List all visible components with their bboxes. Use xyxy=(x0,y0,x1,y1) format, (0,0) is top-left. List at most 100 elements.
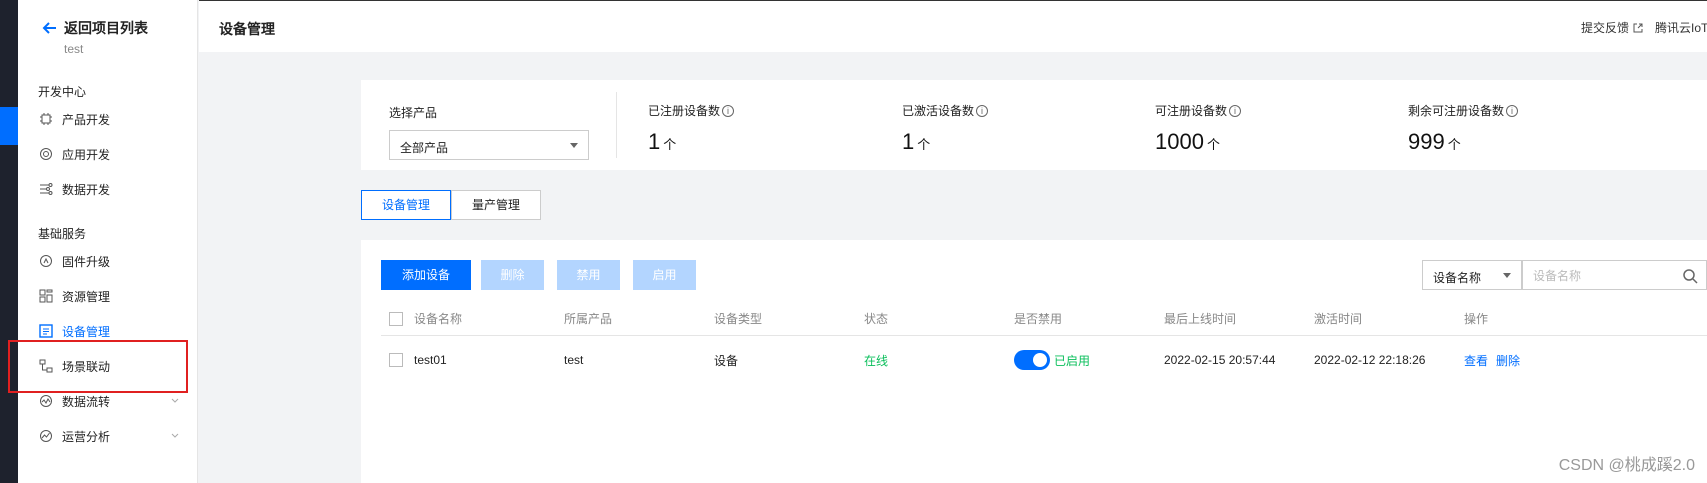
disable-button[interactable]: 禁用 xyxy=(557,260,620,290)
cell-last-online: 2022-02-15 20:57:44 xyxy=(1164,353,1276,367)
chevron-down-icon xyxy=(171,433,179,438)
stat-value: 1 xyxy=(902,129,915,154)
stat-value: 999 xyxy=(1408,129,1445,154)
filter-field-value: 设备名称 xyxy=(1433,271,1482,285)
search-input[interactable] xyxy=(1533,269,1663,283)
tab-device-management[interactable]: 设备管理 xyxy=(361,190,451,220)
stat-value: 1 xyxy=(648,129,661,154)
sidebar-item-product-dev[interactable]: 产品开发 xyxy=(38,107,198,131)
watermark: CSDN @桃成蹊2.0 xyxy=(1558,457,1695,474)
flow-icon xyxy=(38,393,54,409)
stat-remaining: 剩余可注册设备数 i 999 个 xyxy=(1408,102,1519,155)
caret-down-icon xyxy=(1503,273,1511,278)
table-row: test01 test 设备 在线 已启用 2022-02-15 20:57:4… xyxy=(381,336,1707,384)
stat-value: 1000 xyxy=(1155,129,1204,154)
app-icon xyxy=(38,146,54,162)
add-device-button[interactable]: 添加设备 xyxy=(381,260,471,290)
stat-unit: 个 xyxy=(663,137,677,152)
enable-toggle[interactable] xyxy=(1014,350,1050,370)
filter-field-select[interactable]: 设备名称 xyxy=(1422,260,1522,290)
stat-registered: 已注册设备数 i 1个 xyxy=(648,102,735,155)
table-header: 设备名称 所属产品 设备类型 状态 是否禁用 最后上线时间 激活时间 操作 xyxy=(381,302,1707,336)
delete-button[interactable]: 删除 xyxy=(481,260,544,290)
chevron-down-icon xyxy=(171,398,179,403)
stat-label: 可注册设备数 xyxy=(1155,104,1228,118)
group-basic-services: 基础服务 xyxy=(38,227,87,241)
sidebar-item-resource[interactable]: 资源管理 xyxy=(38,284,198,308)
enable-button[interactable]: 启用 xyxy=(633,260,696,290)
tab-mass-production[interactable]: 量产管理 xyxy=(451,190,541,220)
column-header: 设备名称 xyxy=(414,312,463,326)
sidebar-item-firmware[interactable]: 固件升级 xyxy=(38,249,198,273)
select-product-label: 选择产品 xyxy=(389,106,438,120)
analytics-icon xyxy=(38,428,54,444)
external-link-icon xyxy=(1633,23,1643,32)
device-table-card: 添加设备 删除 禁用 启用 设备名称 设备名称 所属产品 设备类型 状态 是否禁… xyxy=(361,240,1707,483)
stat-label: 剩余可注册设备数 xyxy=(1408,104,1505,118)
back-to-projects-link[interactable]: 返回项目列表 xyxy=(42,18,148,38)
sidebar-item-label: 固件升级 xyxy=(62,254,111,269)
view-link[interactable]: 查看 xyxy=(1464,352,1488,369)
stat-label: 已激活设备数 xyxy=(902,104,975,118)
status-badge: 在线 xyxy=(864,353,889,368)
firmware-icon xyxy=(38,253,54,269)
stat-registrable: 可注册设备数 i 1000 个 xyxy=(1155,102,1242,155)
info-icon[interactable]: i xyxy=(1506,104,1519,117)
column-header: 设备类型 xyxy=(714,312,763,326)
group-dev-center: 开发中心 xyxy=(38,85,87,99)
sidebar-item-label: 资源管理 xyxy=(62,289,111,304)
data-dev-icon xyxy=(38,181,54,197)
device-list-icon xyxy=(38,323,54,339)
info-icon[interactable]: i xyxy=(722,104,735,117)
column-header: 所属产品 xyxy=(564,312,613,326)
sidebar-item-analytics[interactable]: 运营分析 xyxy=(38,424,198,448)
page-title: 设备管理 xyxy=(219,21,275,37)
chip-icon xyxy=(38,111,54,127)
tab-bar: 设备管理 量产管理 xyxy=(361,190,541,220)
rail-active-indicator xyxy=(0,107,18,145)
search-icon[interactable] xyxy=(1682,268,1698,284)
sidebar-item-app-dev[interactable]: 应用开发 xyxy=(38,142,198,166)
cell-actions: 查看 删除 xyxy=(1464,336,1528,384)
feedback-link[interactable]: 提交反馈 xyxy=(1581,19,1643,36)
brand-link[interactable]: 腾讯云IoT xyxy=(1655,19,1707,36)
highlight-annotation-box xyxy=(8,340,188,393)
search-box xyxy=(1522,260,1707,290)
stat-unit: 个 xyxy=(1206,137,1220,152)
info-icon[interactable]: i xyxy=(976,104,989,117)
column-header: 是否禁用 xyxy=(1014,312,1063,326)
arrow-left-icon xyxy=(42,22,56,34)
stat-activated: 已激活设备数 i 1个 xyxy=(902,102,989,155)
project-name: test xyxy=(64,42,84,56)
sidebar: 返回项目列表 test 开发中心 产品开发 应用开发 数据开发 基础服务 固件升… xyxy=(18,0,198,483)
cell-device-type: 设备 xyxy=(714,353,739,368)
column-header: 状态 xyxy=(864,312,889,326)
sidebar-item-label: 数据流转 xyxy=(62,394,111,409)
product-select-value: 全部产品 xyxy=(400,141,449,155)
cell-activated: 2022-02-12 22:18:26 xyxy=(1314,353,1426,367)
left-rail xyxy=(0,0,18,483)
sidebar-item-label: 应用开发 xyxy=(62,147,111,162)
cell-enabled: 已启用 xyxy=(1014,336,1090,384)
enabled-text: 已启用 xyxy=(1054,353,1091,368)
back-label: 返回项目列表 xyxy=(64,20,148,36)
sidebar-item-label: 数据开发 xyxy=(62,182,111,197)
sidebar-item-data-dev[interactable]: 数据开发 xyxy=(38,177,198,201)
product-select[interactable]: 全部产品 xyxy=(389,130,589,160)
column-header: 最后上线时间 xyxy=(1164,312,1237,326)
resource-icon xyxy=(38,288,54,304)
column-header: 激活时间 xyxy=(1314,312,1363,326)
delete-link[interactable]: 删除 xyxy=(1496,352,1520,369)
caret-down-icon xyxy=(570,143,578,148)
sidebar-item-label: 运营分析 xyxy=(62,429,111,444)
stat-label: 已注册设备数 xyxy=(648,104,721,118)
stats-card: 选择产品 全部产品 已注册设备数 i 1个 已激活设备数 i 1个 可注册设备数 i … xyxy=(361,80,1707,170)
sidebar-item-label: 产品开发 xyxy=(62,112,111,127)
info-icon[interactable]: i xyxy=(1229,104,1242,117)
stat-unit: 个 xyxy=(1447,137,1461,152)
column-header: 操作 xyxy=(1464,312,1489,326)
sidebar-item-label: 设备管理 xyxy=(62,324,111,339)
select-all-checkbox[interactable] xyxy=(389,302,403,335)
row-checkbox[interactable] xyxy=(389,336,403,384)
cell-product: test xyxy=(564,353,584,367)
